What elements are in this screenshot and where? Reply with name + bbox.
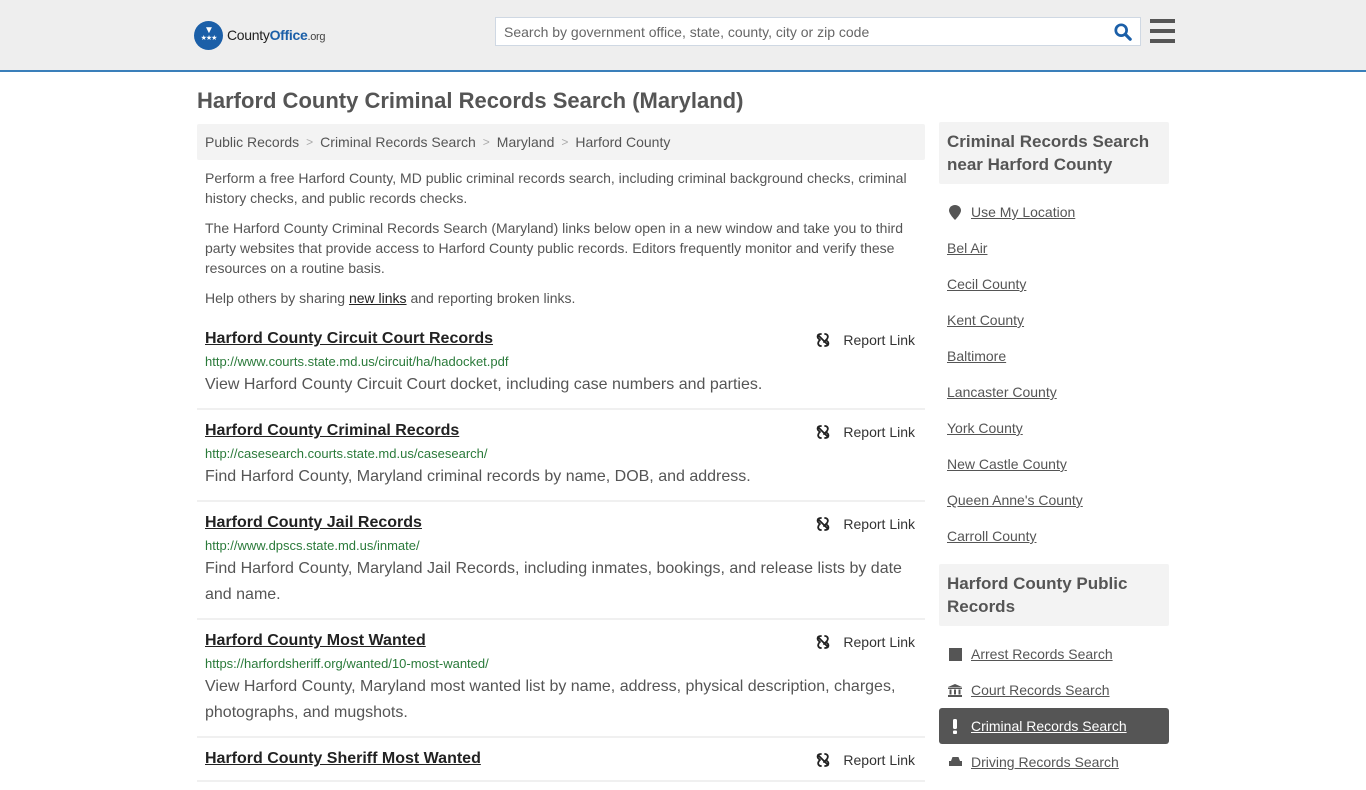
listing-title-link[interactable]: Harford County Sheriff Most Wanted <box>205 748 481 770</box>
search-icon[interactable] <box>1114 23 1132 41</box>
site-header: ▼ ★★★ CountyOffice.org <box>0 0 1366 72</box>
site-logo[interactable]: ▼ ★★★ CountyOffice.org <box>194 20 326 50</box>
courthouse-icon <box>947 683 963 697</box>
nearby-item[interactable]: Lancaster County <box>939 374 1169 410</box>
nearby-link-kent-county[interactable]: Kent County <box>947 312 1024 328</box>
listing-item: Harford County Circuit Court Records htt… <box>197 318 925 410</box>
breadcrumb-harford-county[interactable]: Harford County <box>575 134 670 150</box>
listing-title-link[interactable]: Harford County Criminal Records <box>205 420 459 442</box>
nearby-link-lancaster-county[interactable]: Lancaster County <box>947 384 1057 400</box>
search-input[interactable] <box>496 18 1096 45</box>
report-link-button[interactable]: Report Link <box>815 516 915 532</box>
court-records-link[interactable]: Court Records Search <box>971 682 1110 698</box>
use-my-location-link[interactable]: Use My Location <box>971 204 1075 220</box>
listing-description: Find Harford County, Maryland Jail Recor… <box>205 560 902 603</box>
nearby-item[interactable]: Carroll County <box>939 518 1169 554</box>
report-link-button[interactable]: Report Link <box>815 332 915 348</box>
listing-url: http://www.courts.state.md.us/circuit/ha… <box>205 354 509 369</box>
nearby-link-cecil-county[interactable]: Cecil County <box>947 276 1026 292</box>
nearby-item[interactable]: Baltimore <box>939 338 1169 374</box>
nearby-item[interactable]: Kent County <box>939 302 1169 338</box>
listing-url: http://www.dpscs.state.md.us/inmate/ <box>205 538 420 553</box>
nearby-item[interactable]: Cecil County <box>939 266 1169 302</box>
nearby-link-york-county[interactable]: York County <box>947 420 1023 436</box>
listing-description: View Harford County, Maryland most wante… <box>205 678 896 721</box>
main-content: Public Records > Criminal Records Search… <box>197 124 925 782</box>
public-item-arrest[interactable]: Arrest Records Search <box>939 636 1169 672</box>
criminal-records-link[interactable]: Criminal Records Search <box>971 718 1127 734</box>
public-item-criminal[interactable]: Criminal Records Search <box>939 708 1169 744</box>
listing-item: Harford County Most Wanted https://harfo… <box>197 620 925 738</box>
help-paragraph: Help others by sharing new links and rep… <box>205 290 576 306</box>
listing-description: View Harford County Circuit Court docket… <box>205 376 763 393</box>
listing-item: Harford County Jail Records http://www.d… <box>197 502 925 620</box>
nearby-heading: Criminal Records Search near Harford Cou… <box>939 122 1169 184</box>
broken-link-icon <box>817 517 830 531</box>
intro-paragraph: Perform a free Harford County, MD public… <box>205 170 907 206</box>
new-links-link[interactable]: new links <box>349 290 407 306</box>
broken-link-icon <box>817 333 830 347</box>
breadcrumb-public-records[interactable]: Public Records <box>205 134 299 150</box>
listing-item: Harford County Criminal Records http://c… <box>197 410 925 502</box>
nearby-link-carroll-county[interactable]: Carroll County <box>947 528 1036 544</box>
logo-text: CountyOffice.org <box>227 27 326 43</box>
public-records-list: Arrest Records Search Court Records Sear… <box>939 626 1169 790</box>
breadcrumb-separator: > <box>561 135 569 149</box>
listing-title-link[interactable]: Harford County Circuit Court Records <box>205 328 493 350</box>
broken-link-icon <box>817 425 830 439</box>
nearby-link-bel-air[interactable]: Bel Air <box>947 240 987 256</box>
page-title: Harford County Criminal Records Search (… <box>197 88 744 113</box>
nearby-item[interactable]: York County <box>939 410 1169 446</box>
square-icon <box>947 647 963 661</box>
nearby-item[interactable]: Queen Anne's County <box>939 482 1169 518</box>
breadcrumb-maryland[interactable]: Maryland <box>497 134 555 150</box>
sidebar: Criminal Records Search near Harford Cou… <box>939 122 1169 790</box>
broken-link-icon <box>817 753 830 767</box>
search-box <box>495 17 1141 46</box>
listing-description: Find Harford County, Maryland criminal r… <box>205 468 751 485</box>
public-records-heading: Harford County Public Records <box>939 564 1169 626</box>
logo-eagle-icon: ▼ ★★★ <box>194 20 223 50</box>
report-link-button[interactable]: Report Link <box>815 752 915 768</box>
listing-url: http://casesearch.courts.state.md.us/cas… <box>205 446 488 461</box>
nearby-link-baltimore[interactable]: Baltimore <box>947 348 1006 364</box>
nearby-item[interactable]: New Castle County <box>939 446 1169 482</box>
breadcrumb-separator: > <box>482 135 490 149</box>
nearby-list: Use My Location Bel Air Cecil County Ken… <box>939 184 1169 564</box>
listing-title-link[interactable]: Harford County Most Wanted <box>205 630 426 652</box>
broken-link-icon <box>817 635 830 649</box>
report-link-button[interactable]: Report Link <box>815 634 915 650</box>
listing-url: https://harfordsheriff.org/wanted/10-mos… <box>205 656 489 671</box>
exclamation-icon <box>947 718 963 734</box>
nearby-link-queen-annes-county[interactable]: Queen Anne's County <box>947 492 1083 508</box>
breadcrumb-separator: > <box>306 135 314 149</box>
intro-text: Perform a free Harford County, MD public… <box>197 160 925 308</box>
use-location-item[interactable]: Use My Location <box>939 194 1169 230</box>
report-link-button[interactable]: Report Link <box>815 424 915 440</box>
hamburger-menu-icon[interactable] <box>1150 19 1175 43</box>
public-item-court[interactable]: Court Records Search <box>939 672 1169 708</box>
public-item-driving[interactable]: Driving Records Search <box>939 744 1169 780</box>
intro-paragraph: The Harford County Criminal Records Sear… <box>205 220 903 276</box>
listing-item: Harford County Sheriff Most Wanted Repor… <box>197 738 925 782</box>
map-pin-icon <box>947 204 963 220</box>
car-icon <box>947 756 963 768</box>
breadcrumb: Public Records > Criminal Records Search… <box>197 124 925 160</box>
breadcrumb-criminal-records-search[interactable]: Criminal Records Search <box>320 134 476 150</box>
arrest-records-link[interactable]: Arrest Records Search <box>971 646 1113 662</box>
nearby-link-new-castle-county[interactable]: New Castle County <box>947 456 1067 472</box>
listing-title-link[interactable]: Harford County Jail Records <box>205 512 422 534</box>
nearby-item[interactable]: Bel Air <box>939 230 1169 266</box>
